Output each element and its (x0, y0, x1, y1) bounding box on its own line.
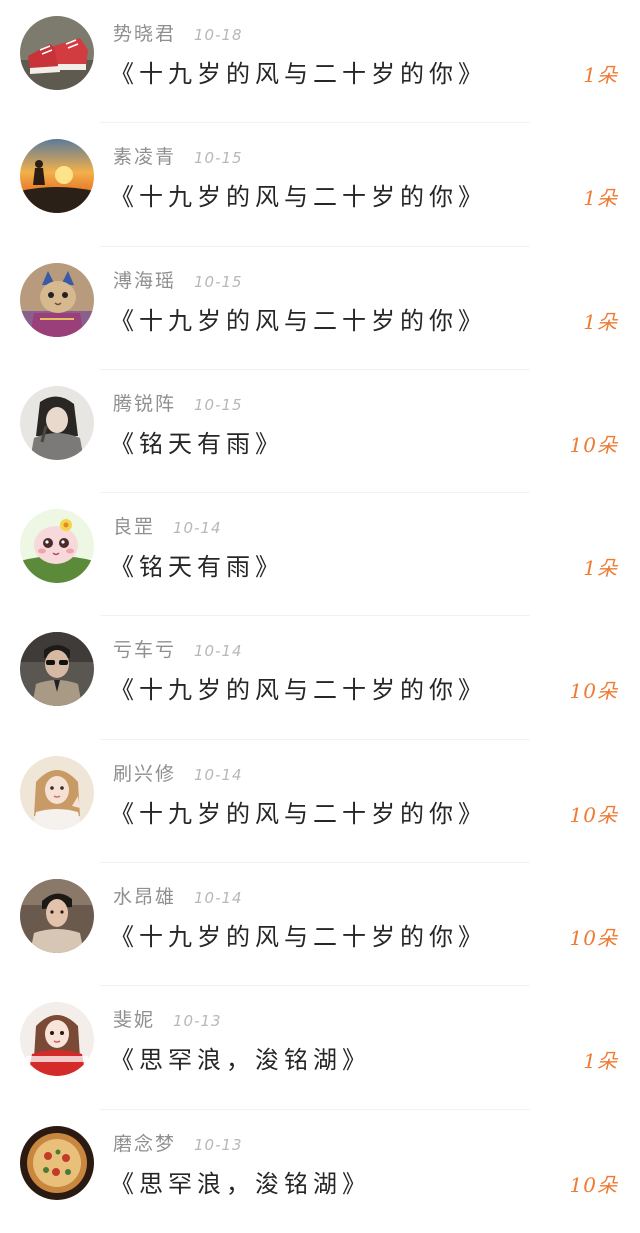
record-date: 10-13 (173, 1012, 222, 1031)
record-date: 10-15 (194, 395, 243, 414)
user-name: 势晓君 (113, 23, 177, 45)
record-date: 10-18 (194, 26, 243, 44)
girl-red-scarf-avatar-icon[interactable] (20, 1002, 94, 1077)
gift-amount: 10朵 (569, 432, 618, 457)
gift-amount: 1朵 (583, 63, 618, 87)
book-title: 《十九岁的风与二十岁的你》 (110, 60, 487, 88)
user-name: 亏车亏 (113, 639, 177, 662)
gift-amount: 1朵 (583, 1049, 618, 1074)
record-date: 10-14 (173, 519, 222, 538)
list-item[interactable]: 磨念梦 10-13 《思罕浪，浚铭湖》 10朵 (0, 1110, 640, 1233)
list-item[interactable]: 腾锐阵 10-15 《铭天有雨》 10朵 (0, 370, 640, 494)
gift-record-list: 势晓君 10-18 《十九岁的风与二十岁的你》 1朵 素凌青 10-15 《十九… (0, 0, 640, 1221)
record-date: 10-14 (194, 889, 243, 908)
list-item[interactable]: 水昂雄 10-14 《十九岁的风与二十岁的你》 10朵 (0, 863, 640, 987)
record-date: 10-15 (194, 149, 243, 168)
user-name: 磨念梦 (113, 1132, 177, 1155)
gift-amount: 10朵 (569, 679, 618, 704)
record-date: 10-15 (194, 272, 243, 291)
user-name: 腾锐阵 (113, 392, 177, 415)
record-date: 10-14 (194, 765, 243, 784)
list-item[interactable]: 势晓君 10-18 《十九岁的风与二十岁的你》 1朵 (0, 0, 640, 124)
girl-photo-avatar-icon[interactable] (20, 385, 94, 460)
list-item[interactable]: 良罡 10-14 《铭天有雨》 1朵 (0, 493, 640, 617)
man-sunglasses-avatar-icon[interactable] (20, 632, 94, 707)
user-name: 良罡 (113, 516, 156, 539)
cat-avatar-icon[interactable] (20, 262, 94, 337)
cartoon-creature-avatar-icon[interactable] (20, 509, 94, 584)
young-man-avatar-icon[interactable] (20, 879, 94, 954)
book-title: 《思罕浪，浚铭湖》 (110, 1046, 371, 1075)
book-title: 《十九岁的风与二十岁的你》 (110, 799, 487, 828)
list-item[interactable]: 斐妮 10-13 《思罕浪，浚铭湖》 1朵 (0, 986, 640, 1110)
user-name: 水昂雄 (113, 886, 177, 909)
pizza-avatar-icon[interactable] (20, 1125, 94, 1200)
list-item[interactable]: 素凌青 10-15 《十九岁的风与二十岁的你》 1朵 (0, 123, 640, 247)
book-title: 《十九岁的风与二十岁的你》 (110, 306, 487, 335)
book-title: 《思罕浪，浚铭湖》 (110, 1169, 371, 1198)
book-title: 《十九岁的风与二十岁的你》 (110, 923, 487, 952)
girl-selfie-avatar-icon[interactable] (20, 755, 94, 830)
record-date: 10-13 (194, 1135, 243, 1154)
gift-amount: 1朵 (583, 556, 618, 581)
gift-amount: 10朵 (569, 802, 618, 827)
list-item[interactable]: 溥海瑶 10-15 《十九岁的风与二十岁的你》 1朵 (0, 247, 640, 370)
user-name: 素凌青 (113, 146, 177, 169)
gift-amount: 1朵 (583, 309, 618, 334)
gift-amount: 1朵 (583, 186, 618, 211)
user-name: 刷兴修 (113, 762, 177, 785)
list-item[interactable]: 亏车亏 10-14 《十九岁的风与二十岁的你》 10朵 (0, 616, 640, 740)
sunset-silhouette-avatar-icon[interactable] (20, 139, 94, 214)
sneakers-avatar-icon[interactable] (20, 16, 94, 90)
user-name: 斐妮 (113, 1009, 156, 1032)
list-item[interactable]: 刷兴修 10-14 《十九岁的风与二十岁的你》 10朵 (0, 740, 640, 864)
book-title: 《铭天有雨》 (110, 553, 284, 582)
book-title: 《铭天有雨》 (110, 429, 284, 458)
book-title: 《十九岁的风与二十岁的你》 (110, 676, 487, 705)
record-date: 10-14 (194, 642, 243, 661)
book-title: 《十九岁的风与二十岁的你》 (110, 183, 487, 212)
user-name: 溥海瑶 (113, 269, 177, 292)
gift-amount: 10朵 (569, 926, 618, 951)
gift-amount: 10朵 (569, 1172, 618, 1197)
